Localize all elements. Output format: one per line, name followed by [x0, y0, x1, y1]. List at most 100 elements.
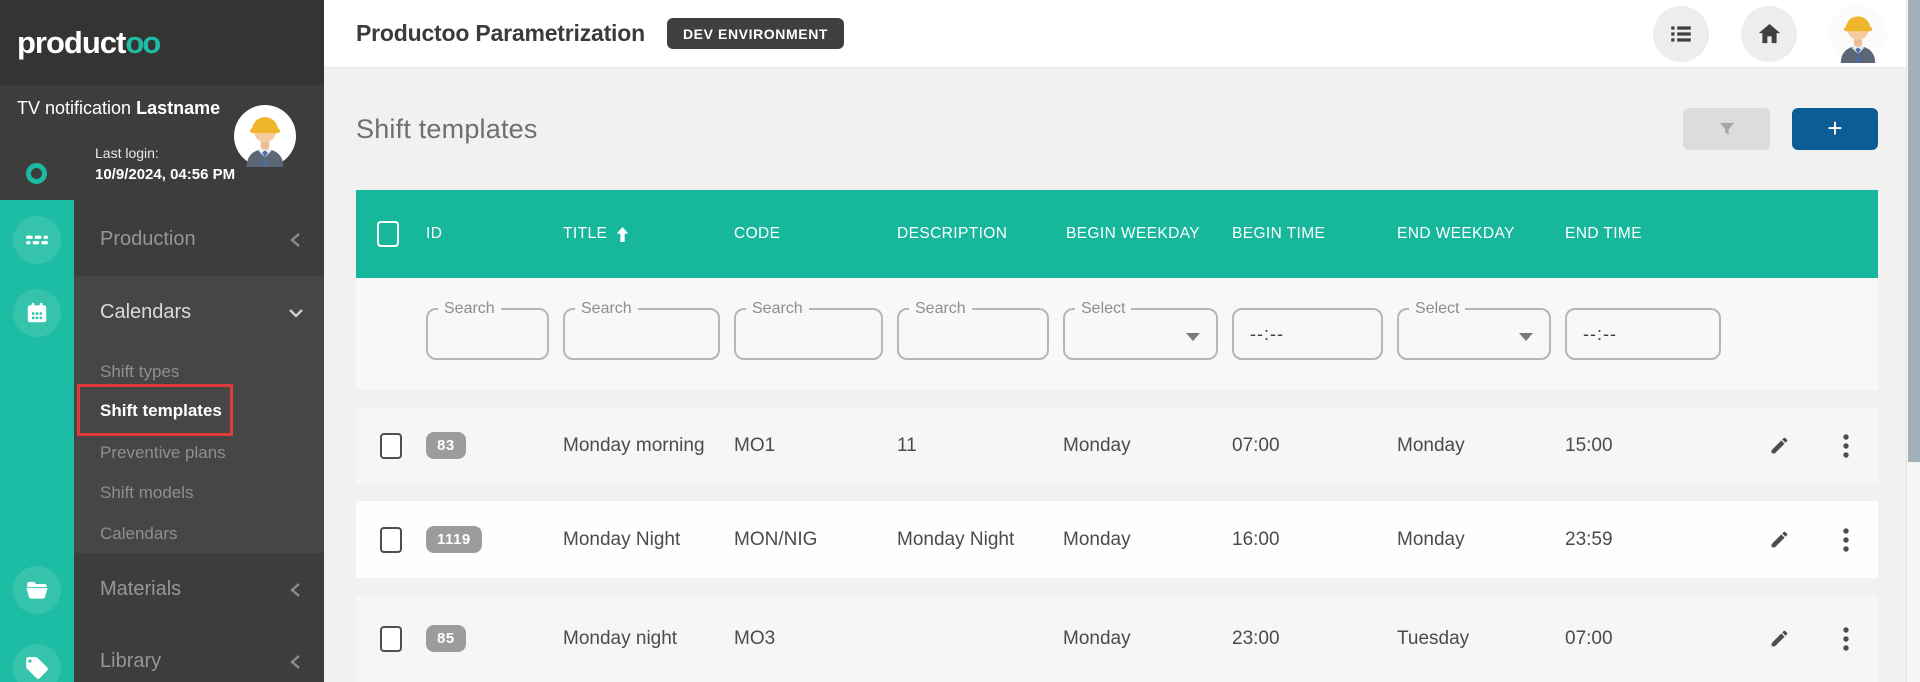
- cell-end-weekday: Tuesday: [1397, 628, 1565, 650]
- column-header-code[interactable]: CODE: [734, 225, 897, 243]
- sidebar-item-shift-templates[interactable]: Shift templates: [100, 401, 222, 421]
- edit-button[interactable]: [1765, 624, 1794, 653]
- table-row[interactable]: 1119 Monday Night MON/NIG Monday Night M…: [356, 501, 1878, 578]
- sidebar-item-shift-models[interactable]: Shift models: [100, 483, 194, 503]
- caret-down-icon: [1186, 333, 1200, 341]
- page-header: Shift templates +: [324, 68, 1920, 190]
- code-search-field: Search: [734, 308, 883, 360]
- begin-time-input[interactable]: [1234, 310, 1381, 358]
- title-search-field: Search: [563, 308, 720, 360]
- cell-title: Monday Night: [563, 529, 734, 551]
- search-label: Search: [909, 300, 972, 318]
- column-header-end-time[interactable]: END TIME: [1565, 225, 1735, 243]
- list-menu-button[interactable]: [1653, 6, 1709, 62]
- vertical-scrollbar[interactable]: [1906, 0, 1920, 682]
- sidebar-item-shift-types[interactable]: Shift types: [100, 362, 179, 382]
- sidebar-item-production[interactable]: Production: [100, 228, 196, 251]
- user-title: TV notification: [17, 98, 131, 118]
- begin-weekday-select[interactable]: Select: [1063, 308, 1218, 360]
- begin-time-field: [1232, 308, 1383, 360]
- user-avatar[interactable]: [234, 105, 296, 167]
- cell-description: 11: [897, 435, 1063, 457]
- chevron-down-icon[interactable]: [288, 305, 304, 323]
- table-body: 83 Monday morning MO1 11 Monday 07:00 Mo…: [356, 390, 1878, 682]
- sidebar-item-library[interactable]: Library: [100, 650, 161, 673]
- cell-end-time: 15:00: [1565, 435, 1735, 457]
- column-header-id[interactable]: ID: [426, 225, 563, 243]
- plus-icon: +: [1827, 115, 1842, 141]
- production-icon[interactable]: [13, 216, 61, 264]
- filter-button[interactable]: [1683, 108, 1770, 150]
- edit-button[interactable]: [1765, 431, 1794, 460]
- table-filter-row: Search Search Search Search Select: [356, 278, 1878, 390]
- sidebar: productoo TV notification Lastname Last …: [0, 0, 324, 682]
- cell-begin-weekday: Monday: [1063, 435, 1232, 457]
- cell-code: MO3: [734, 628, 897, 650]
- search-label: Search: [438, 300, 501, 318]
- kebab-menu-icon: [1842, 433, 1850, 459]
- search-label: Search: [575, 300, 638, 318]
- cell-begin-weekday: Monday: [1063, 529, 1232, 551]
- select-all-checkbox[interactable]: [377, 221, 399, 247]
- sidebar-item-calendars-sub[interactable]: Calendars: [100, 524, 178, 544]
- table-row[interactable]: 85 Monday night MO3 Monday 23:00 Tuesday…: [356, 595, 1878, 682]
- profile-avatar[interactable]: [1829, 5, 1887, 63]
- row-checkbox[interactable]: [380, 527, 402, 553]
- column-header-description[interactable]: DESCRIPTION: [897, 225, 1063, 243]
- table-header: ID TITLE CODE DESCRIPTION BEGIN WEEKDAY …: [356, 190, 1878, 278]
- logo-text: product: [17, 25, 125, 61]
- row-menu-button[interactable]: [1838, 429, 1854, 463]
- kebab-menu-icon: [1842, 626, 1850, 652]
- chevron-left-icon[interactable]: [288, 581, 304, 599]
- cell-description: Monday Night: [897, 529, 1063, 551]
- home-icon: [1756, 20, 1783, 47]
- scrollbar-thumb[interactable]: [1908, 0, 1920, 462]
- home-button[interactable]: [1741, 6, 1797, 62]
- folder-icon[interactable]: [13, 566, 61, 614]
- end-weekday-select[interactable]: Select: [1397, 308, 1551, 360]
- last-login-value: 10/9/2024, 04:56 PM: [95, 166, 235, 183]
- cell-end-time: 23:59: [1565, 529, 1735, 551]
- main-area: Productoo Parametrization DEV ENVIRONMEN…: [324, 0, 1920, 682]
- sidebar-item-materials[interactable]: Materials: [100, 578, 181, 601]
- shift-templates-table: ID TITLE CODE DESCRIPTION BEGIN WEEKDAY …: [356, 190, 1878, 682]
- kebab-menu-icon: [1842, 527, 1850, 553]
- column-header-begin-weekday[interactable]: BEGIN WEEKDAY: [1063, 222, 1203, 247]
- column-header-begin-time[interactable]: BEGIN TIME: [1232, 225, 1397, 243]
- column-header-title[interactable]: TITLE: [563, 225, 734, 243]
- id-search-field: Search: [426, 308, 549, 360]
- last-login-label: Last login:: [95, 145, 159, 161]
- cell-begin-weekday: Monday: [1063, 628, 1232, 650]
- row-checkbox[interactable]: [380, 433, 402, 459]
- cell-title: Monday morning: [563, 435, 734, 457]
- row-menu-button[interactable]: [1838, 622, 1854, 656]
- end-time-input[interactable]: [1567, 310, 1719, 358]
- page-actions: +: [1683, 108, 1878, 150]
- sidebar-item-preventive-plans[interactable]: Preventive plans: [100, 443, 226, 463]
- page-title: Shift templates: [356, 114, 538, 145]
- pencil-icon: [1769, 435, 1790, 456]
- pencil-icon: [1769, 628, 1790, 649]
- chevron-left-icon[interactable]: [288, 653, 304, 671]
- status-ring-icon[interactable]: [26, 163, 47, 184]
- environment-badge: DEV ENVIRONMENT: [667, 18, 844, 49]
- top-bar: Productoo Parametrization DEV ENVIRONMEN…: [324, 0, 1920, 68]
- description-search-field: Search: [897, 308, 1049, 360]
- user-name: TV notification Lastname: [17, 98, 220, 119]
- edit-button[interactable]: [1765, 525, 1794, 554]
- table-row[interactable]: 83 Monday morning MO1 11 Monday 07:00 Mo…: [356, 407, 1878, 484]
- caret-down-icon: [1519, 333, 1533, 341]
- column-header-end-weekday[interactable]: END WEEKDAY: [1397, 225, 1565, 243]
- add-button[interactable]: +: [1792, 108, 1878, 150]
- user-lastname: Lastname: [136, 98, 220, 118]
- topbar-actions: [1653, 5, 1887, 63]
- sidebar-item-calendars[interactable]: Calendars: [100, 301, 191, 324]
- row-menu-button[interactable]: [1838, 523, 1854, 557]
- calendar-icon[interactable]: [13, 289, 61, 337]
- cell-end-weekday: Monday: [1397, 529, 1565, 551]
- cell-code: MO1: [734, 435, 897, 457]
- cell-end-weekday: Monday: [1397, 435, 1565, 457]
- logo[interactable]: productoo: [0, 0, 324, 85]
- row-checkbox[interactable]: [380, 626, 402, 652]
- chevron-left-icon[interactable]: [288, 231, 304, 249]
